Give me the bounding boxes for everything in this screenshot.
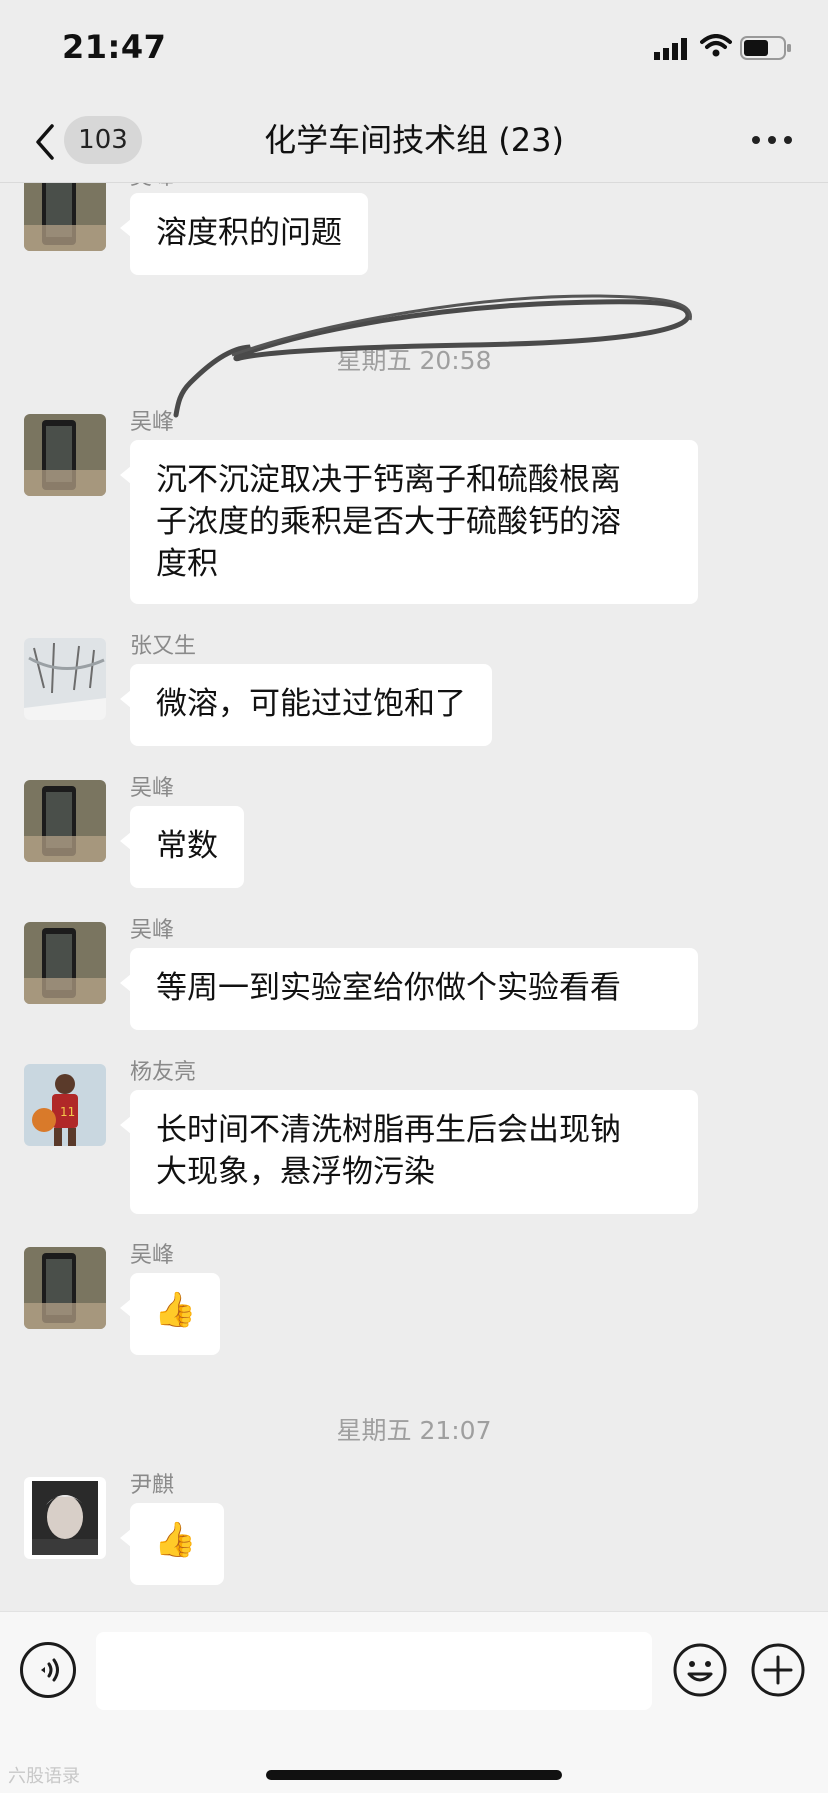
avatar-wufeng[interactable] <box>24 1247 106 1329</box>
avatar-wufeng[interactable] <box>24 414 106 496</box>
avatar-image <box>24 414 106 496</box>
message-bubble[interactable]: 沉不沉淀取决于钙离子和硫酸根离 子浓度的乘积是否大于硫酸钙的溶 度积 <box>120 440 698 604</box>
hand-drawn-scribble <box>173 294 692 418</box>
chat-header: 103 化学车间技术组 (23) <box>0 100 828 183</box>
message-line: 长时间不清洗树脂再生后会出现钠 <box>156 1112 621 1148</box>
thumbs-up-emoji-message[interactable]: 👍 <box>120 1503 224 1585</box>
emoji-icon[interactable] <box>672 1642 728 1698</box>
message-bubble[interactable]: 长时间不清洗树脂再生后会出现钠 大现象，悬浮物污染 <box>120 1090 698 1214</box>
avatar-image <box>24 638 106 720</box>
wifi-icon <box>700 34 732 57</box>
battery-icon <box>740 36 791 60</box>
avatar-wufeng[interactable] <box>24 780 106 862</box>
avatar-image <box>24 1477 106 1559</box>
status-time: 21:47 <box>62 28 167 66</box>
message-line: 沉不沉淀取决于钙离子和硫酸根离 <box>156 462 621 498</box>
avatar-image <box>24 780 106 862</box>
sender-name: 吴峰 <box>130 918 175 943</box>
plus-icon[interactable] <box>750 1642 806 1698</box>
avatar-image <box>24 1247 106 1329</box>
avatar-yangyouliang[interactable]: 11 <box>24 1064 106 1146</box>
sender-name: 吴峰 <box>130 1243 175 1268</box>
cellular-signal-icon <box>654 38 687 60</box>
home-indicator[interactable] <box>266 1770 562 1780</box>
status-bar: 21:47 <box>0 0 828 100</box>
watermark: 六股语录 <box>8 1766 80 1787</box>
message-bubble[interactable]: 常数 <box>120 806 244 888</box>
thumbs-up-emoji-message[interactable]: 👍 <box>120 1273 220 1355</box>
sender-name: 尹麒 <box>130 1473 175 1498</box>
message-bubble[interactable]: 微溶，可能过过饱和了 <box>120 664 492 746</box>
timestamp: 星期五 21:07 <box>336 1416 492 1445</box>
message-line: 大现象，悬浮物污染 <box>156 1154 435 1190</box>
more-icon[interactable] <box>752 136 792 146</box>
sender-name: 杨友亮 <box>130 1060 197 1085</box>
avatar-wufeng[interactable] <box>24 922 106 1004</box>
avatar-image <box>24 922 106 1004</box>
voice-icon[interactable] <box>20 1642 76 1698</box>
message-line: 子浓度的乘积是否大于硫酸钙的溶 <box>156 504 621 540</box>
sender-name: 张又生 <box>130 634 197 659</box>
chat-title: 化学车间技术组 (23) <box>264 121 564 159</box>
back-chevron-icon[interactable] <box>30 122 58 162</box>
message-input[interactable] <box>96 1632 652 1710</box>
svg-text:11: 11 <box>60 1105 75 1119</box>
input-bar: 六股语录 <box>0 1611 828 1793</box>
message-line: 度积 <box>156 546 218 582</box>
avatar-zhangyousheng[interactable] <box>24 638 106 720</box>
avatar-image: 11 <box>24 1064 106 1146</box>
unread-count-badge[interactable]: 103 <box>64 116 142 164</box>
sender-name: 吴峰 <box>130 410 175 435</box>
avatar-yinqi[interactable] <box>24 1477 106 1559</box>
message-bubble[interactable]: 等周一到实验室给你做个实验看看 <box>120 948 698 1030</box>
message-list[interactable]: 吴峰 溶度积的问题 星期五 20:58 吴峰 沉不沉淀取决于钙离子和硫酸根离 子… <box>0 183 828 1610</box>
sender-name: 吴峰 <box>130 776 175 801</box>
